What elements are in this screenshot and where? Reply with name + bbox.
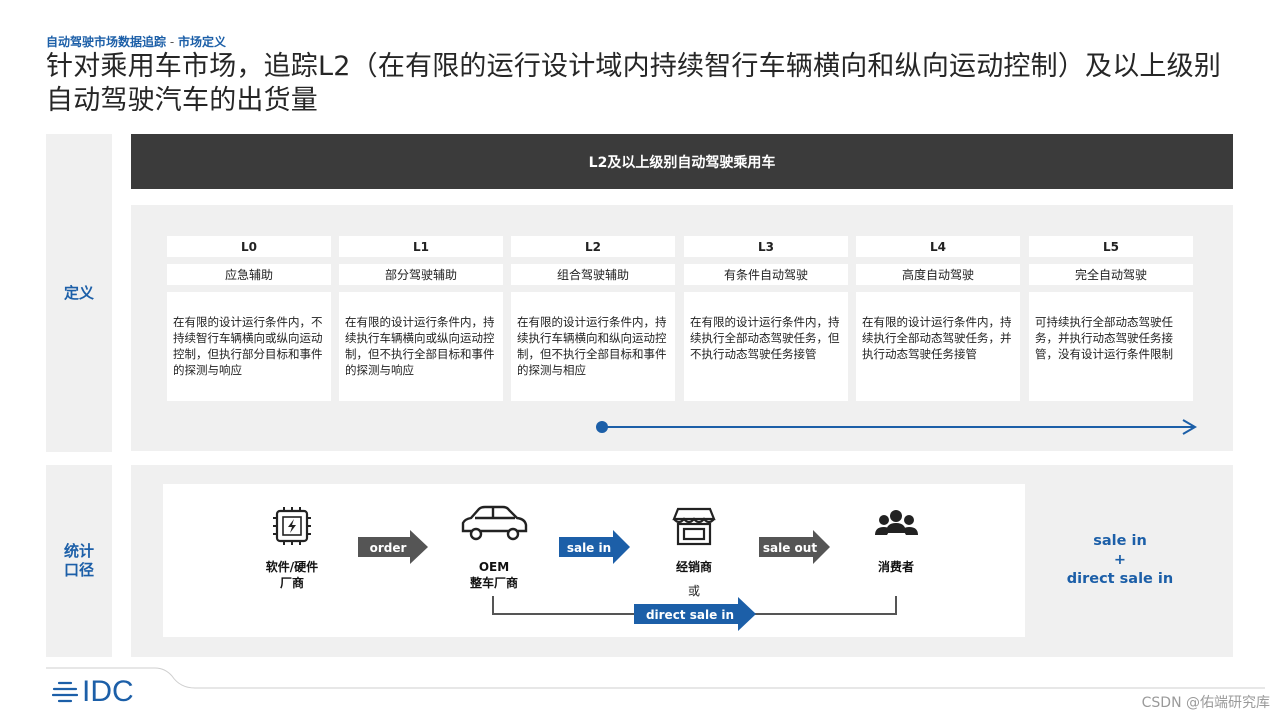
idc-logo: IDC xyxy=(52,676,134,708)
watermark: CSDN @佑端研究库 xyxy=(1141,695,1270,711)
footer-divider xyxy=(46,667,1265,689)
idc-globe-icon xyxy=(52,681,78,703)
idc-logo-text: IDC xyxy=(82,675,134,708)
